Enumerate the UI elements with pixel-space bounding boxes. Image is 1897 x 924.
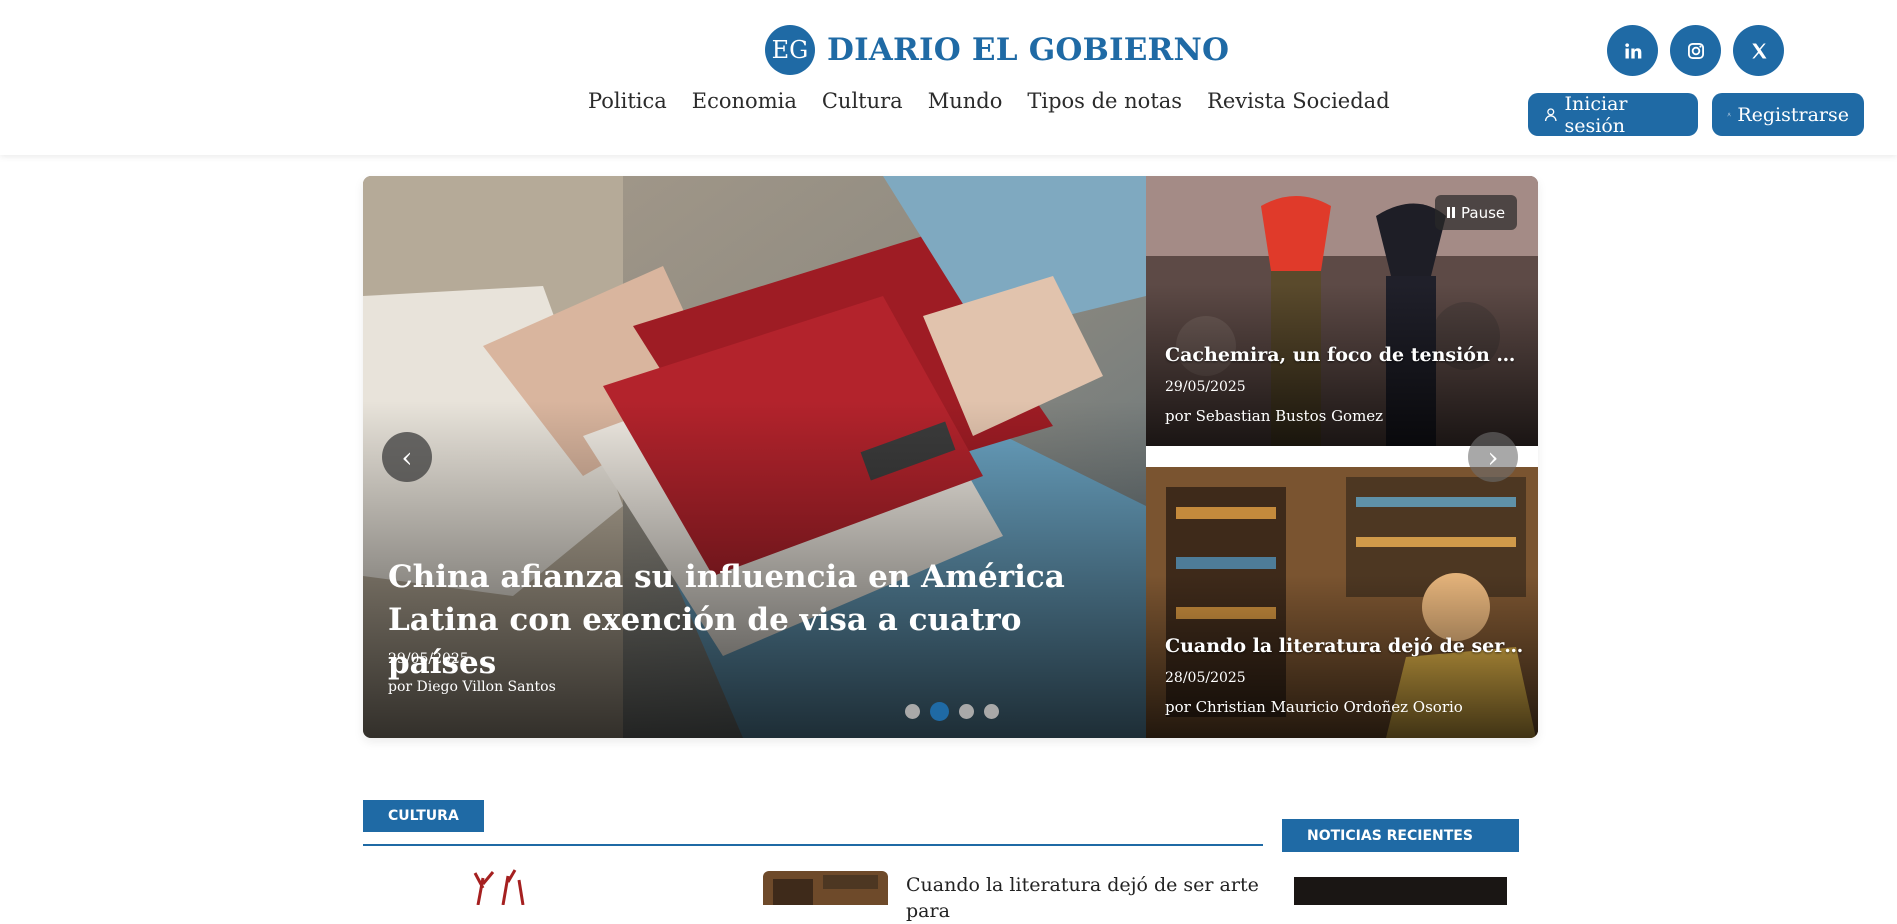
featured-slider: China afianza su influencia en América L…	[363, 176, 1538, 738]
article-thumbnail-image	[363, 868, 735, 905]
main-slide[interactable]: China afianza su influencia en América L…	[363, 176, 1146, 738]
pause-icon	[1447, 207, 1455, 218]
nav-item-revista-sociedad[interactable]: Revista Sociedad	[1207, 89, 1390, 113]
nav-item-economia[interactable]: Economia	[692, 89, 797, 113]
recent-news-thumbnail[interactable]	[1294, 877, 1507, 905]
pause-button[interactable]: Pause	[1435, 195, 1518, 230]
section-divider	[363, 844, 1263, 846]
slider-dot[interactable]	[905, 704, 920, 719]
section-tag-cultura[interactable]: CULTURA	[363, 800, 484, 832]
article-thumbnail[interactable]	[363, 868, 735, 905]
side-card-date: 29/05/2025	[1165, 379, 1246, 395]
login-label: Iniciar sesión	[1564, 92, 1628, 137]
pause-label: Pause	[1461, 203, 1506, 222]
linkedin-icon	[1624, 42, 1641, 58]
prev-slide-button[interactable]: ‹	[382, 432, 432, 482]
slider-dot[interactable]	[984, 704, 999, 719]
user-icon	[1544, 108, 1557, 122]
social-links	[1607, 25, 1784, 76]
main-slide-title[interactable]: China afianza su influencia en América L…	[388, 556, 1118, 685]
recent-news-tag: NOTICIAS RECIENTES	[1282, 819, 1519, 852]
side-card-title[interactable]: Cachemira, un foco de tensión nuclear	[1165, 344, 1525, 366]
register-label: Registrarse	[1737, 103, 1849, 126]
side-card-author: por Sebastian Bustos Gomez	[1165, 407, 1384, 425]
article-small-thumbnail-image	[763, 871, 888, 905]
nav-item-politica[interactable]: Politica	[588, 89, 667, 113]
brand-logo[interactable]: EG	[765, 25, 815, 75]
login-button[interactable]: Iniciar sesión	[1528, 92, 1698, 137]
linkedin-button[interactable]	[1607, 25, 1658, 76]
side-card-title[interactable]: Cuando la literatura dejó de ser arte pa…	[1165, 635, 1525, 657]
user-icon	[1727, 112, 1731, 117]
slider-dot[interactable]	[930, 702, 949, 721]
nav-item-cultura[interactable]: Cultura	[822, 89, 903, 113]
main-nav: Politica Economia Cultura Mundo Tipos de…	[588, 89, 1390, 113]
side-card-date: 28/05/2025	[1165, 670, 1246, 686]
register-button[interactable]: Registrarse	[1712, 93, 1864, 136]
article-small-thumbnail[interactable]	[763, 871, 888, 905]
side-card-literatura[interactable]: Cuando la literatura dejó de ser arte pa…	[1146, 467, 1538, 738]
main-slide-author: por Diego Villon Santos	[388, 679, 556, 695]
next-slide-button[interactable]: ›	[1468, 432, 1518, 482]
side-card-author: por Christian Mauricio Ordoñez Osorio	[1165, 698, 1463, 716]
brand-name[interactable]: DIARIO EL GOBIERNO	[827, 32, 1229, 68]
x-icon	[1751, 43, 1766, 58]
nav-item-tipos-de-notas[interactable]: Tipos de notas	[1027, 89, 1182, 113]
brand[interactable]: EG DIARIO EL GOBIERNO	[765, 25, 1229, 75]
site-header: EG DIARIO EL GOBIERNO Politica Economia …	[0, 0, 1897, 155]
slider-dot[interactable]	[959, 704, 974, 719]
x-button[interactable]	[1733, 25, 1784, 76]
instagram-icon	[1687, 42, 1704, 59]
article-title[interactable]: Cuando la literatura dejó de ser arte pa…	[906, 872, 1266, 924]
slider-dots	[905, 702, 999, 721]
nav-item-mundo[interactable]: Mundo	[928, 89, 1003, 113]
instagram-button[interactable]	[1670, 25, 1721, 76]
main-slide-date: 29/05/2025	[388, 651, 469, 667]
